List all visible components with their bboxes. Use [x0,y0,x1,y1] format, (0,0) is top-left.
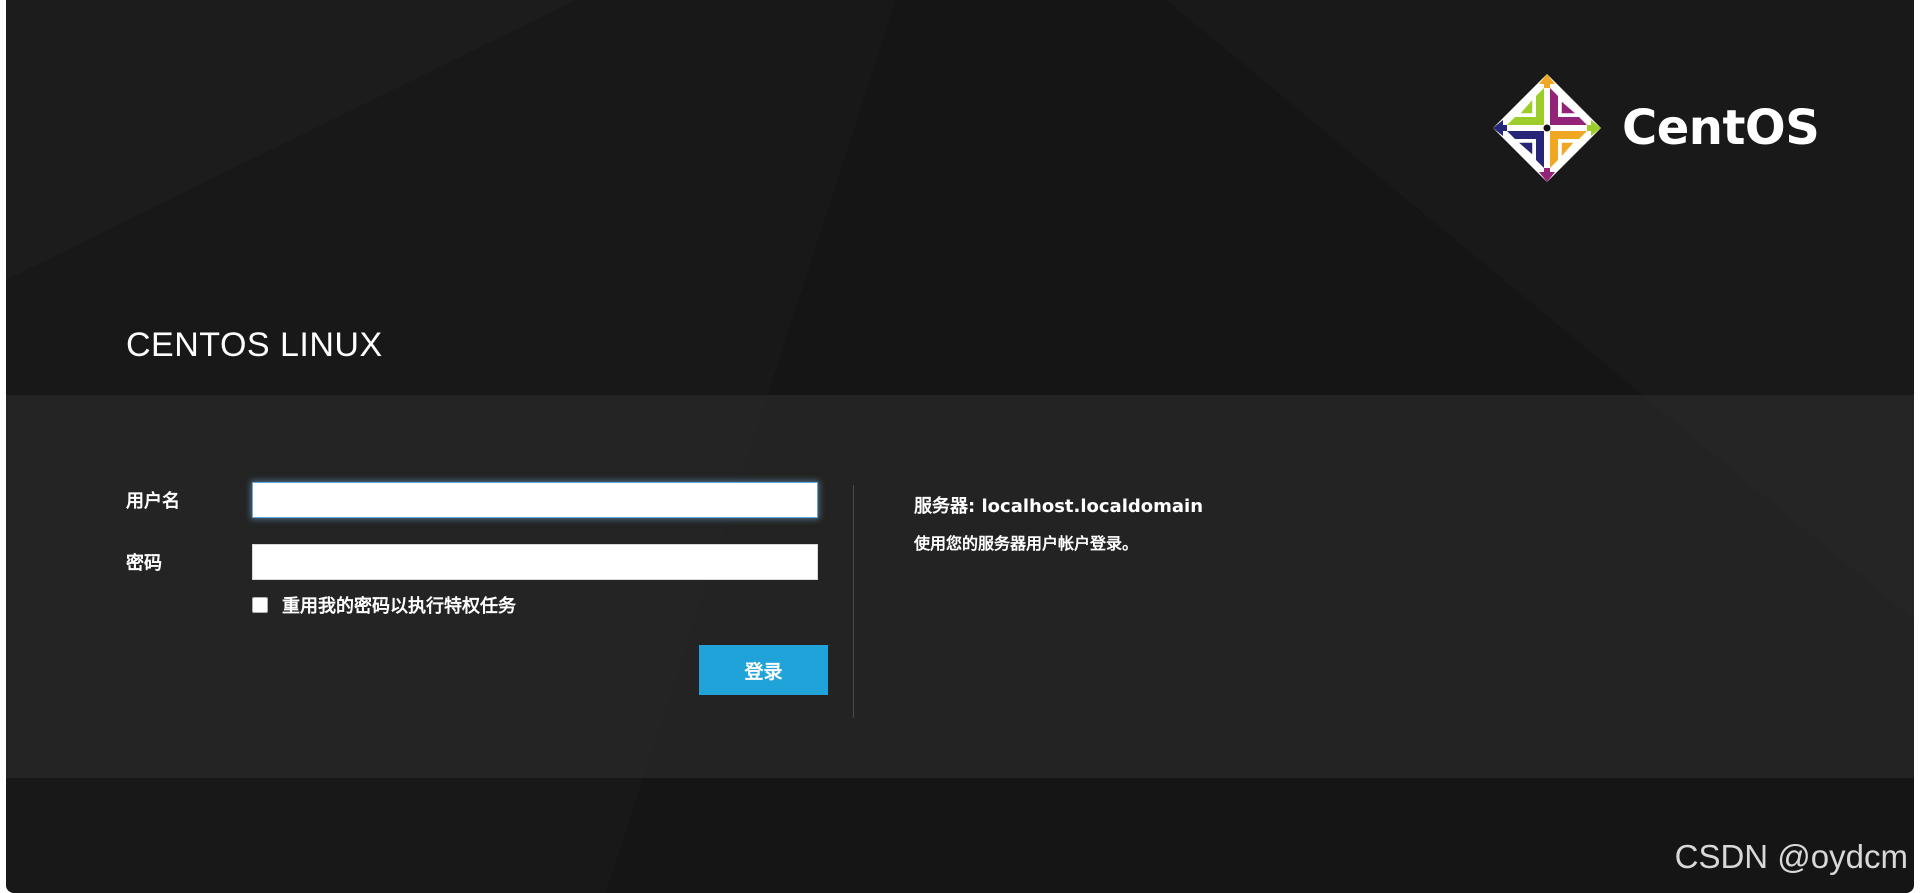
form-divider [853,485,854,718]
login-screen: CENTOS LINUX CentOS 用户名 密码 重用我的密码以执行特权任务… [6,0,1914,893]
server-label: 服务器: [914,496,976,517]
login-band [6,395,1914,778]
password-input[interactable] [252,544,818,580]
csdn-watermark: CSDN @oydcm [1674,838,1908,875]
reuse-password-option[interactable]: 重用我的密码以执行特权任务 [252,592,516,618]
reuse-password-checkbox[interactable] [252,597,268,613]
username-label: 用户名 [126,491,180,512]
server-info: 服务器: localhost.localdomain 使用您的服务器用户帐户登录… [914,492,1203,554]
centos-pinwheel-icon [1493,74,1601,182]
password-label: 密码 [126,553,162,574]
logo-wordmark: CentOS [1622,100,1820,156]
centos-logo: CentOS [1492,72,1820,184]
brand-title: CENTOS LINUX [126,326,383,364]
login-button[interactable]: 登录 [699,645,828,695]
server-line: 服务器: localhost.localdomain [914,492,1203,518]
server-hostname: localhost.localdomain [981,496,1204,517]
server-hint: 使用您的服务器用户帐户登录。 [914,534,1139,553]
username-input[interactable] [252,482,818,518]
reuse-password-label[interactable]: 重用我的密码以执行特权任务 [282,592,516,618]
